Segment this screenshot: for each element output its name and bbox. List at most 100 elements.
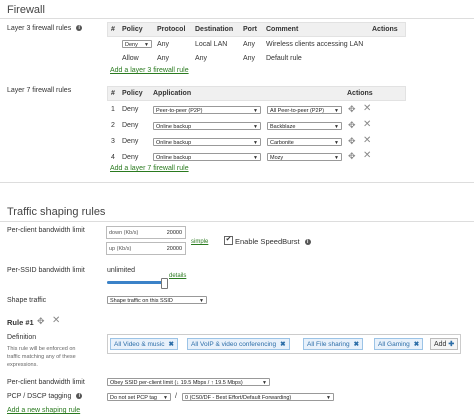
dscp-select[interactable]: 0 (CS0/DF - Best Effort/Default Forwardi… <box>182 393 334 401</box>
slider-thumb[interactable] <box>161 278 168 289</box>
move-icon[interactable]: ✥ <box>348 120 356 131</box>
move-icon[interactable]: ✥ <box>37 316 45 327</box>
delete-icon[interactable]: ✕ <box>363 103 371 114</box>
l7-app-select[interactable]: Online backup ▼ <box>153 153 261 161</box>
select-value: Online backup <box>156 140 192 146</box>
l7-col-num: # <box>111 90 115 97</box>
select-value: Carbonite <box>270 140 294 146</box>
down-value: 20000 <box>166 230 182 236</box>
delete-icon[interactable]: ✕ <box>363 135 371 146</box>
select-value: All Peer-to-peer (P2P) <box>270 108 325 114</box>
rule-bw-label: Per-client bandwidth limit <box>7 379 85 386</box>
tag-label: All File sharing <box>307 341 350 348</box>
select-value: Mozy <box>270 155 284 161</box>
tag-label: All VoIP & video conferencing <box>191 341 277 348</box>
pcp-select[interactable]: Do not set PCP tag ▼ <box>107 393 171 401</box>
table-cell: Allow <box>122 55 139 62</box>
table-cell: Any <box>243 55 256 62</box>
per-ssid-slider[interactable] <box>107 278 168 289</box>
table-cell: Deny <box>122 154 139 161</box>
per-ssid-value: unlimited <box>107 267 136 274</box>
move-icon[interactable]: ✥ <box>348 136 356 147</box>
l7-app-select[interactable]: Peer-to-peer (P2P) ▼ <box>153 106 261 114</box>
table-cell: Local LAN <box>195 41 228 48</box>
divider <box>0 182 474 183</box>
definition-help-line: traffic matching any of these <box>7 354 76 360</box>
down-label: down (Kb/s) <box>109 230 139 236</box>
section-title: Traffic shaping rules <box>7 206 106 218</box>
speedburst-label-text: Enable SpeedBurst <box>235 237 300 246</box>
simple-link[interactable]: simple <box>191 239 208 245</box>
info-icon[interactable]: i <box>76 25 83 32</box>
per-client-label: Per-client bandwidth limit <box>7 227 85 234</box>
table-cell: Deny <box>122 122 139 129</box>
per-ssid-label: Per-SSID bandwidth limit <box>7 267 85 274</box>
tag-label: All Gaming <box>378 341 410 348</box>
pcp-label-text: PCP / DSCP tagging <box>7 393 72 400</box>
l7-app-select[interactable]: Online backup ▼ <box>153 122 261 130</box>
rule-bw-select[interactable]: Obey SSID per-client limit (↓ 19.5 Mbps … <box>107 378 270 386</box>
l7-col-application: Application <box>153 90 192 97</box>
close-icon[interactable]: ✖ <box>280 341 285 348</box>
delete-icon[interactable]: ✕ <box>52 315 60 326</box>
select-value: Shape traffic on this SSID <box>110 298 173 304</box>
l7-value-select[interactable]: Backblaze ▼ <box>267 122 342 130</box>
tag-file-sharing[interactable]: All File sharing ✖ <box>303 338 364 350</box>
l3-col-policy: Policy <box>122 26 143 33</box>
speedburst-label: Enable SpeedBurst i <box>235 237 311 246</box>
l3-col-protocol: Protocol <box>157 26 186 33</box>
table-cell: Any <box>157 41 170 48</box>
definition-label: Definition <box>7 334 37 341</box>
rule-title: Rule #1 <box>7 318 34 327</box>
table-cell: Any <box>243 41 256 48</box>
details-link[interactable]: details <box>169 273 186 279</box>
tag-voip[interactable]: All VoIP & video conferencing ✖ <box>187 338 290 350</box>
l7-value-select[interactable]: Carbonite ▼ <box>267 138 342 146</box>
speedburst-checkbox[interactable]: ✔ <box>224 236 233 245</box>
select-value: Online backup <box>156 124 192 130</box>
divider <box>0 18 474 19</box>
info-icon[interactable]: i <box>76 393 83 400</box>
add-l7-rule-link[interactable]: Add a layer 7 firewall rule <box>110 165 189 172</box>
add-shaping-rule-link[interactable]: Add a new shaping rule <box>7 407 80 414</box>
pcp-label: PCP / DSCP tagging i <box>7 393 83 400</box>
table-cell: 2 <box>111 122 115 129</box>
up-bandwidth-input[interactable]: up (Kb/s) 20000 <box>106 242 186 255</box>
slider-fill <box>107 281 164 284</box>
add-tag-button[interactable]: Add ✚ <box>430 338 459 350</box>
add-l3-rule-link[interactable]: Add a layer 3 firewall rule <box>110 67 189 74</box>
close-icon[interactable]: ✖ <box>414 341 419 348</box>
divider <box>0 221 474 222</box>
move-icon[interactable]: ✥ <box>348 104 356 115</box>
l3-col-destination: Destination <box>195 26 234 33</box>
table-cell: Wireless clients accessing LAN <box>266 41 364 48</box>
l3-col-port: Port <box>243 26 257 33</box>
l7-value-select[interactable]: All Peer-to-peer (P2P) ▼ <box>267 106 342 114</box>
close-icon[interactable]: ✖ <box>168 341 173 348</box>
tag-gaming[interactable]: All Gaming ✖ <box>374 338 424 350</box>
move-icon[interactable]: ✥ <box>348 151 356 162</box>
l3-label-text: Layer 3 firewall rules <box>7 25 72 32</box>
select-value: Backblaze <box>270 124 296 130</box>
table-cell: 3 <box>111 138 115 145</box>
down-bandwidth-input[interactable]: down (Kb/s) 20000 <box>106 226 186 239</box>
delete-icon[interactable]: ✕ <box>363 119 371 130</box>
table-cell: Deny <box>122 138 139 145</box>
tag-video-music[interactable]: All Video & music ✖ <box>110 338 178 350</box>
info-icon[interactable]: i <box>304 239 311 246</box>
shape-traffic-select[interactable]: Shape traffic on this SSID ▼ <box>107 296 207 304</box>
l7-value-select[interactable]: Mozy ▼ <box>267 153 342 161</box>
l7-col-policy: Policy <box>122 90 143 97</box>
select-value: Do not set PCP tag <box>110 395 157 401</box>
l7-app-select[interactable]: Online backup ▼ <box>153 138 261 146</box>
table-cell: Any <box>157 55 170 62</box>
l3-label: Layer 3 firewall rules i <box>7 25 83 32</box>
select-value: Obey SSID per-client limit (↓ 19.5 Mbps … <box>110 380 243 386</box>
l7-label: Layer 7 firewall rules <box>7 87 72 94</box>
select-value: 0 (CS0/DF - Best Effort/Default Forwardi… <box>185 395 292 401</box>
l3-policy-select[interactable]: Deny ▼ <box>122 40 152 48</box>
close-icon[interactable]: ✖ <box>354 341 359 348</box>
plus-icon: ✚ <box>448 341 455 348</box>
delete-icon[interactable]: ✕ <box>363 150 371 161</box>
up-value: 20000 <box>166 246 182 252</box>
